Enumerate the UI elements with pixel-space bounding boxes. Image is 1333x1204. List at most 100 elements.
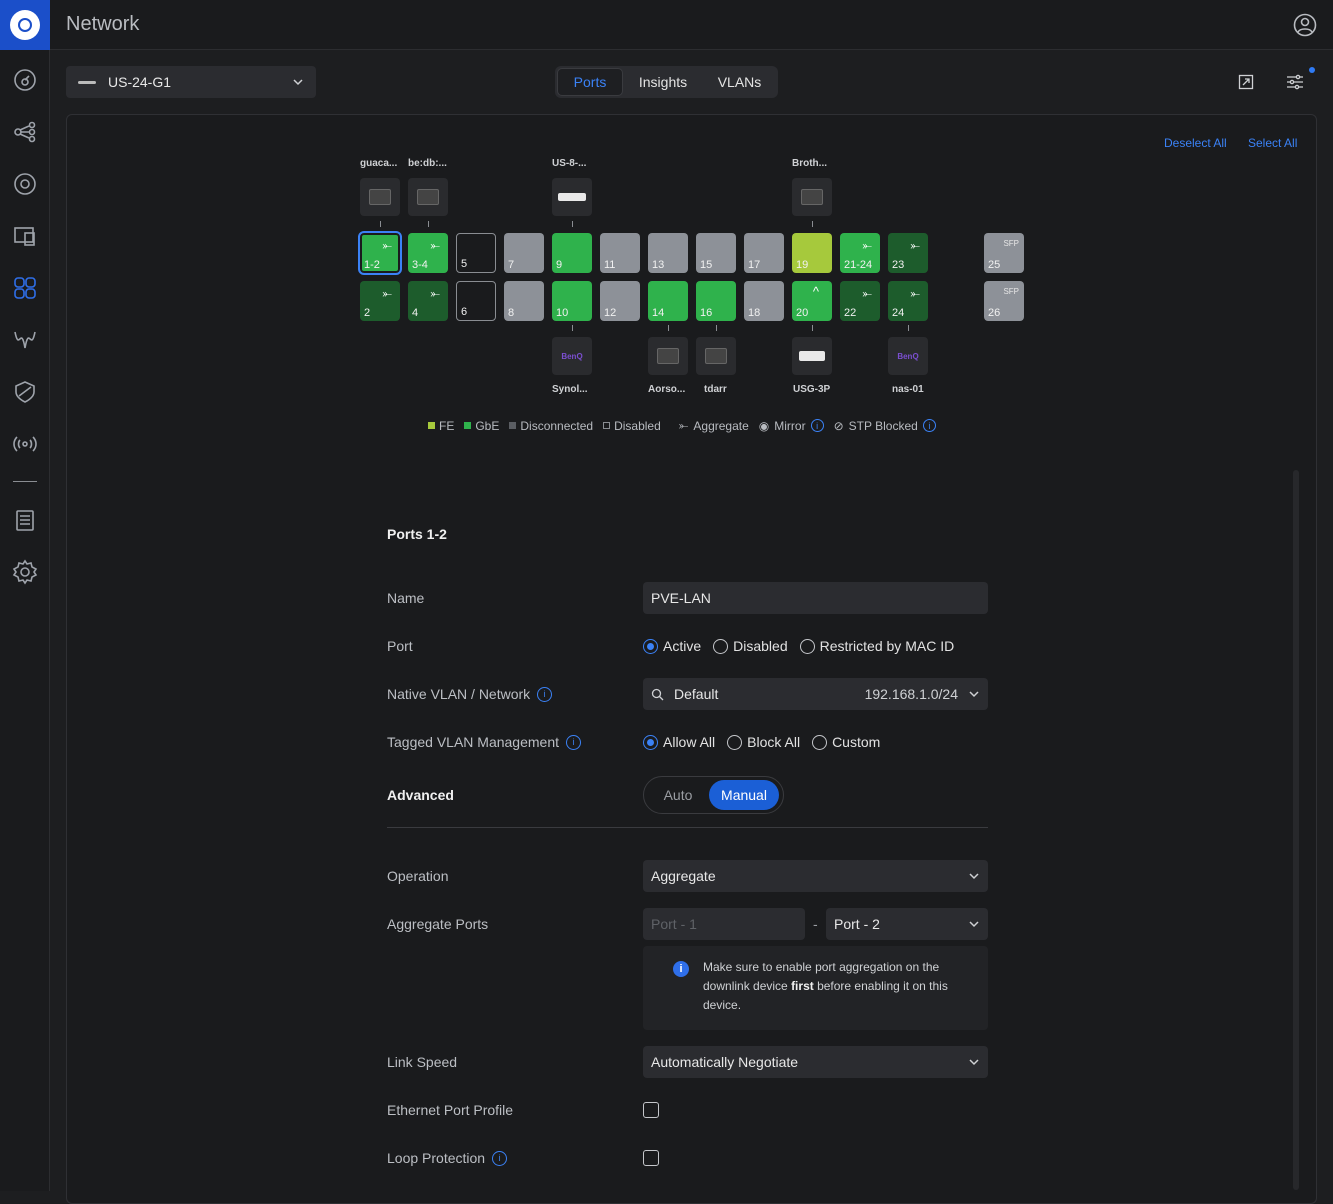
- ethernet-profile-checkbox[interactable]: [643, 1102, 659, 1118]
- legend-stp-blocked: ⊘ STP Blocked i: [834, 419, 936, 433]
- radar-icon[interactable]: [0, 164, 50, 204]
- select-all-link[interactable]: Select All: [1248, 136, 1297, 150]
- section-divider: [387, 827, 988, 828]
- aggregate-icon: ⤜: [678, 418, 689, 432]
- device-label: nas-01: [892, 384, 924, 395]
- port-15[interactable]: 15: [696, 233, 736, 273]
- port-20[interactable]: ^ 20: [792, 281, 832, 321]
- port-legend: FE GbE Disconnected Disabled ⤜ Aggregate …: [428, 418, 946, 433]
- name-input[interactable]: PVE-LAN: [643, 582, 988, 614]
- link-speed-label: Link Speed: [387, 1054, 458, 1070]
- port-14[interactable]: 14: [648, 281, 688, 321]
- native-vlan-select[interactable]: Default 192.168.1.0/24: [643, 678, 988, 710]
- port-16[interactable]: 16: [696, 281, 736, 321]
- link-line: [812, 221, 813, 227]
- user-account-icon[interactable]: [1293, 13, 1317, 37]
- aggregate-separator: -: [813, 916, 818, 932]
- tab-vlans[interactable]: VLANs: [703, 68, 776, 96]
- port-25-sfp[interactable]: SFP 25: [984, 233, 1024, 273]
- port-2[interactable]: ⤜ 2: [360, 281, 400, 321]
- monitor-icon[interactable]: [408, 178, 448, 216]
- legend-disconnected: Disconnected: [509, 419, 593, 433]
- logs-icon[interactable]: [0, 500, 50, 540]
- chevron-down-icon: [293, 79, 303, 86]
- tab-bar: Ports Insights VLANs: [555, 66, 778, 98]
- port-12[interactable]: 12: [600, 281, 640, 321]
- dashboard-icon[interactable]: [0, 60, 50, 100]
- port-22[interactable]: ⤜ 22: [840, 281, 880, 321]
- benq-icon[interactable]: BenQ: [552, 337, 592, 375]
- operation-select[interactable]: Aggregate: [643, 860, 988, 892]
- radio-block-all[interactable]: Block All: [727, 734, 800, 750]
- port-4[interactable]: ⤜ 4: [408, 281, 448, 321]
- aggregate-to-select[interactable]: Port - 2: [826, 908, 988, 940]
- info-icon[interactable]: i: [810, 419, 824, 432]
- radio-disabled[interactable]: Disabled: [713, 638, 788, 654]
- toggle-manual[interactable]: Manual: [709, 780, 779, 810]
- port-13[interactable]: 13: [648, 233, 688, 273]
- topology-icon[interactable]: [0, 112, 50, 152]
- shield-icon[interactable]: [0, 372, 50, 412]
- radio-custom[interactable]: Custom: [812, 734, 880, 750]
- legend-aggregate: ⤜ Aggregate: [678, 418, 749, 433]
- clients-icon[interactable]: [0, 268, 50, 308]
- tab-insights[interactable]: Insights: [623, 68, 703, 96]
- benq-icon[interactable]: BenQ: [888, 337, 928, 375]
- port-18[interactable]: 18: [744, 281, 784, 321]
- loop-protection-label: Loop Protection i: [387, 1150, 508, 1166]
- gateway-icon[interactable]: [792, 337, 832, 375]
- notification-dot: [1309, 67, 1315, 73]
- filter-sliders-icon[interactable]: [1283, 70, 1307, 94]
- port-3-4[interactable]: ⤜ 3-4: [408, 233, 448, 273]
- monitor-icon[interactable]: [648, 337, 688, 375]
- device-label: Synol...: [552, 384, 588, 395]
- switch-icon[interactable]: [552, 178, 592, 216]
- scrollbar[interactable]: [1293, 470, 1299, 1190]
- port-7[interactable]: 7: [504, 233, 544, 273]
- aggregate-from-input[interactable]: Port - 1: [643, 908, 805, 940]
- port-10[interactable]: 10: [552, 281, 592, 321]
- aggregate-icon: ⤜: [382, 286, 392, 300]
- port-24[interactable]: ⤜ 24: [888, 281, 928, 321]
- expand-icon[interactable]: [1234, 70, 1258, 94]
- unifi-logo[interactable]: [0, 0, 50, 50]
- link-line: [428, 221, 429, 227]
- tab-ports[interactable]: Ports: [557, 68, 623, 96]
- port-21-24[interactable]: ⤜ 21-24: [840, 233, 880, 273]
- loop-protection-checkbox[interactable]: [643, 1150, 659, 1166]
- port-11[interactable]: 11: [600, 233, 640, 273]
- monitor-icon[interactable]: [696, 337, 736, 375]
- port-8[interactable]: 8: [504, 281, 544, 321]
- deselect-all-link[interactable]: Deselect All: [1164, 136, 1227, 150]
- operation-label: Operation: [387, 868, 449, 884]
- monitor-icon[interactable]: [360, 178, 400, 216]
- radio-allow-all[interactable]: Allow All: [643, 734, 715, 750]
- switch-device-icon: [78, 80, 96, 84]
- statistics-icon[interactable]: [0, 320, 50, 360]
- port-5[interactable]: 5: [456, 233, 496, 273]
- radio-restricted-mac[interactable]: Restricted by MAC ID: [799, 638, 954, 654]
- port-6[interactable]: 6: [456, 281, 496, 321]
- device-select[interactable]: US-24-G1: [66, 66, 316, 98]
- info-icon[interactable]: i: [492, 1150, 508, 1166]
- devices-icon[interactable]: [0, 216, 50, 256]
- toggle-auto[interactable]: Auto: [647, 780, 709, 810]
- port-1-2[interactable]: ⤜ 1-2: [358, 231, 402, 275]
- link-speed-select[interactable]: Automatically Negotiate: [643, 1046, 988, 1078]
- port-23[interactable]: ⤜ 23: [888, 233, 928, 273]
- wifi-broadcast-icon[interactable]: [0, 424, 50, 464]
- monitor-icon[interactable]: [792, 178, 832, 216]
- link-line: [572, 221, 573, 227]
- info-icon[interactable]: i: [922, 419, 936, 432]
- port-9[interactable]: 9: [552, 233, 592, 273]
- port-19[interactable]: 19: [792, 233, 832, 273]
- radio-active[interactable]: Active: [643, 638, 701, 654]
- port-17[interactable]: 17: [744, 233, 784, 273]
- info-icon[interactable]: i: [537, 686, 553, 702]
- info-icon[interactable]: i: [566, 734, 581, 750]
- settings-gear-icon[interactable]: [0, 552, 50, 592]
- port-26-sfp[interactable]: SFP 26: [984, 281, 1024, 321]
- port-state-radios: Active Disabled Restricted by MAC ID: [643, 638, 966, 654]
- aggregate-icon: ⤜: [430, 286, 440, 300]
- search-icon: [651, 688, 664, 700]
